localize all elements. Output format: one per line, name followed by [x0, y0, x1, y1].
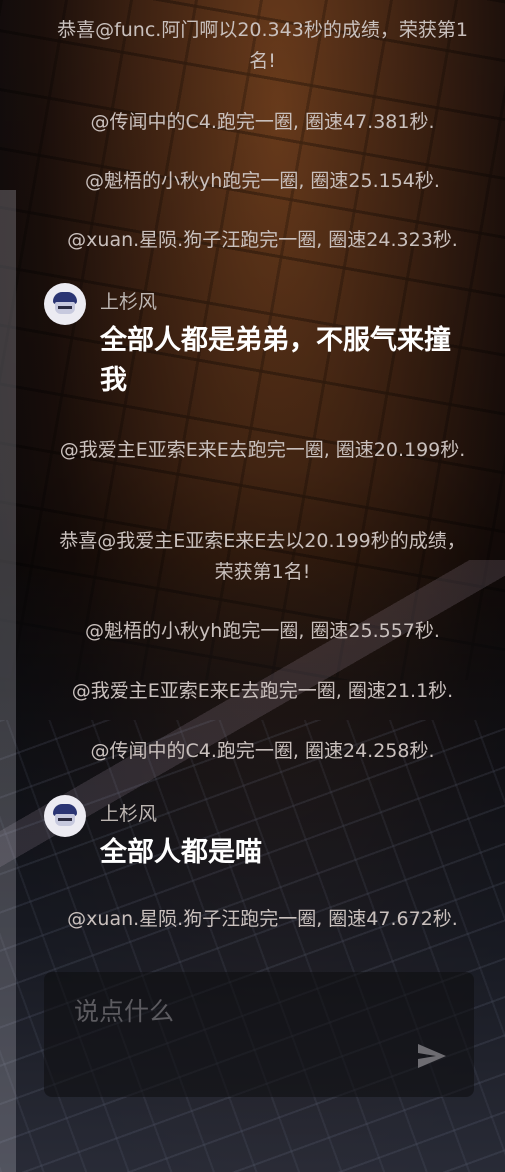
system-message: @传闻中的C4.跑完一圈, 圈速24.258秒. — [90, 740, 435, 762]
system-message: @我爱主E亚索E来E去跑完一圈, 圈速20.199秒. — [59, 439, 466, 461]
system-message: 恭喜@我爱主E亚索E来E去以20.199秒的成绩，荣获第1名! — [59, 530, 466, 583]
message-input[interactable]: 说点什么 — [74, 992, 174, 1028]
send-icon — [418, 1044, 446, 1068]
system-message: @魁梧的小秋yh跑完一圈, 圈速25.154秒. — [85, 170, 440, 192]
message-composer[interactable]: 说点什么 — [44, 972, 474, 1097]
side-strip — [0, 190, 16, 1172]
system-message: @xuan.星陨.狗子汪跑完一圈, 圈速47.672秒. — [67, 908, 458, 930]
system-message: @xuan.星陨.狗子汪跑完一圈, 圈速24.323秒. — [67, 229, 458, 251]
background-roof-tiles — [0, 720, 505, 1172]
system-message: @魁梧的小秋yh跑完一圈, 圈速25.557秒. — [85, 620, 440, 642]
system-message: @我爱主E亚索E来E去跑完一圈, 圈速21.1秒. — [71, 680, 454, 702]
system-message: 恭喜@func.阿门啊以20.343秒的成绩，荣获第1名! — [57, 19, 468, 72]
send-button[interactable] — [416, 1042, 448, 1070]
avatar[interactable] — [44, 283, 86, 325]
message-text: 全部人都是弟弟，不服气来撞我 — [100, 325, 451, 396]
avatar[interactable] — [44, 795, 86, 837]
system-message: @传闻中的C4.跑完一圈, 圈速47.381秒. — [90, 111, 435, 133]
message-username[interactable]: 上杉风 — [100, 799, 157, 826]
message-text: 全部人都是喵 — [100, 837, 262, 868]
message-username[interactable]: 上杉风 — [100, 287, 157, 314]
